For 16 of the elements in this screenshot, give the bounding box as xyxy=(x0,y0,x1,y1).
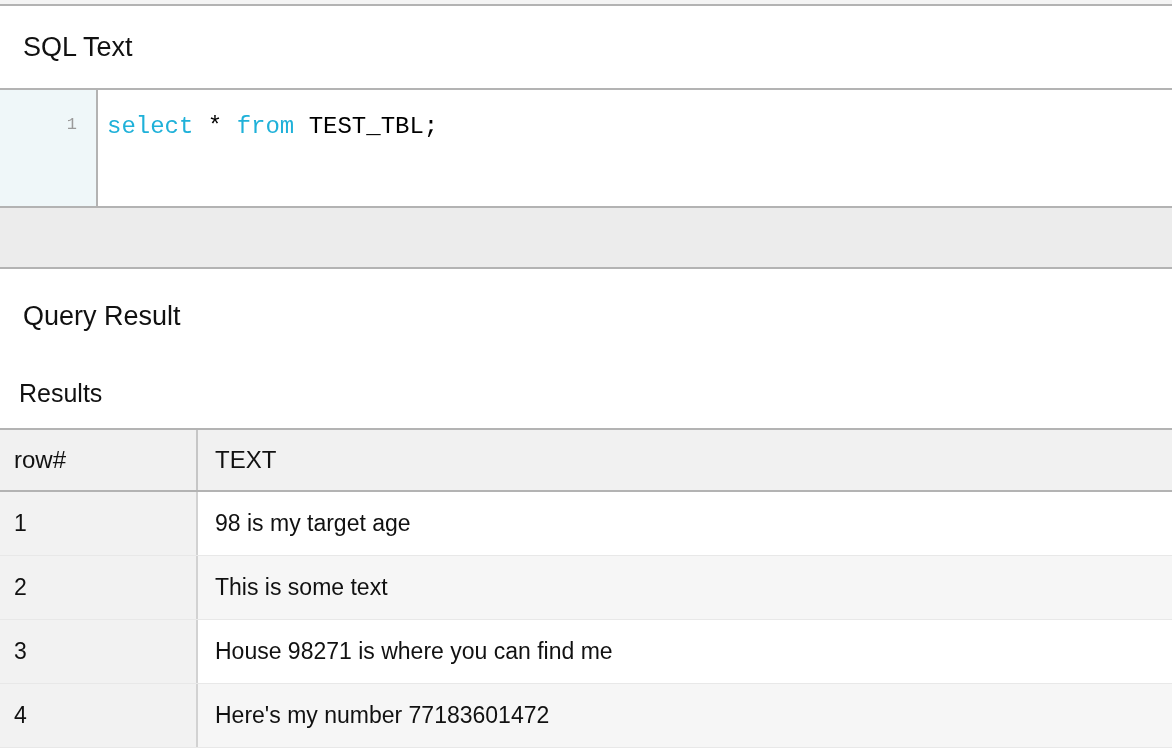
table-cell: 2 xyxy=(0,556,198,619)
code-line: select * from TEST_TBL; xyxy=(107,114,439,140)
table-cell: 3 xyxy=(0,620,198,683)
table-cell: 4 xyxy=(0,684,198,747)
table-cell-text: 98 is my target age xyxy=(214,509,412,538)
table-cell-text: Here's my number 77183601472 xyxy=(214,701,551,730)
column-header[interactable]: row# xyxy=(0,430,198,490)
table-cell-text: This is some text xyxy=(214,573,389,602)
code-editor[interactable]: 1 select * from TEST_TBL; xyxy=(0,90,1172,208)
panel-title: Query Result xyxy=(23,300,181,333)
panel-title: SQL Text xyxy=(23,31,133,64)
table-cell: 1 xyxy=(0,492,198,555)
table-cell-text: House 98271 is where you can find me xyxy=(214,637,614,666)
column-header[interactable]: TEXT xyxy=(198,430,1172,490)
line-number: 1 xyxy=(66,114,78,136)
results-label: Results xyxy=(19,378,103,408)
